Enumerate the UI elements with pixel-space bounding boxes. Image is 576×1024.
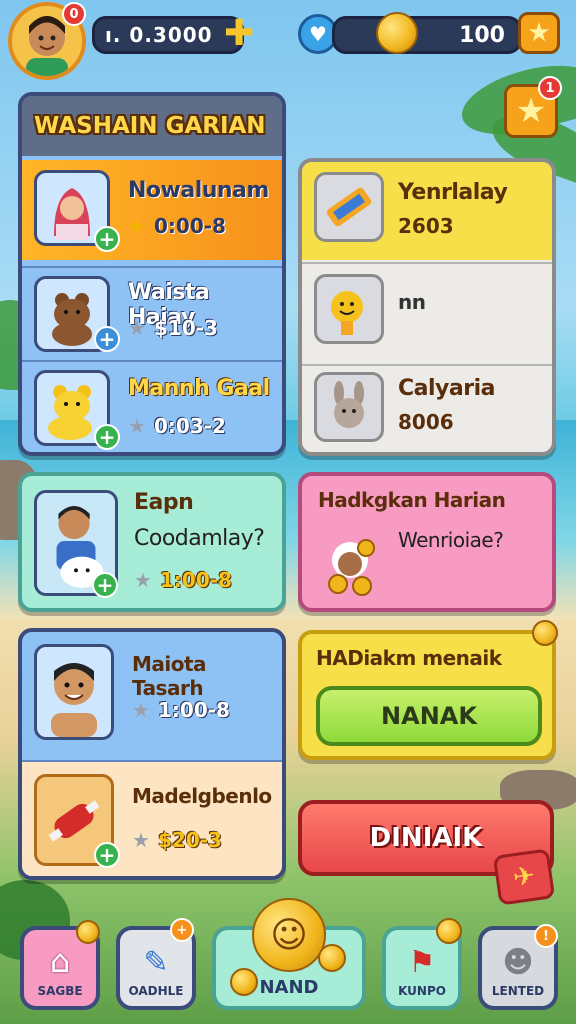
star-icon: ★ (128, 414, 146, 438)
avatar-notification-badge: 0 (62, 2, 86, 26)
plunger-icon: ⚑ (408, 945, 436, 980)
reward-subtitle: Wenrioiae? (398, 528, 504, 552)
add-icon[interactable]: + (94, 226, 120, 252)
coin-icon (76, 920, 100, 944)
item-value: 0:00-8 (154, 214, 226, 238)
event-value: 1:00-8 (160, 568, 232, 592)
coin-icon (318, 944, 346, 972)
bunny-icon (314, 372, 384, 442)
ticket-icon (314, 172, 384, 242)
pencil-icon: ✎ (143, 945, 169, 980)
star-icon: ★ (134, 568, 152, 592)
coin-icon (376, 12, 418, 54)
add-icon[interactable]: + (94, 424, 120, 450)
left-panel-header: WASHAIN GARIAN (22, 96, 282, 156)
list-item[interactable]: + Waista Haiay ★ $10-3 (22, 266, 282, 358)
tag-icon[interactable]: ✈ (492, 848, 556, 906)
star-icon: ★ (128, 316, 146, 340)
add-icon[interactable]: + (92, 572, 118, 598)
currency-counter: ı. 0.3000 (92, 16, 244, 54)
person-icon: ☻ (502, 945, 534, 980)
star-icon: ★ (132, 828, 150, 852)
character-list-panel: Maiota Tasarh ★ 1:00-8 + Madelgbenlo ★ $… (18, 628, 286, 880)
item-name: Maiota Tasarh (132, 652, 207, 700)
add-icon[interactable]: + (94, 842, 120, 868)
list-item[interactable]: Calyaria 8006 (302, 364, 552, 452)
left-panel-title: WASHAIN GARIAN (34, 113, 266, 139)
star-icon: ★ (128, 214, 146, 238)
coin-icon (532, 620, 558, 646)
item-name: nn (398, 290, 426, 314)
offer-title: HADiakm menaik (316, 646, 502, 670)
nav-notification-badge: ! (534, 924, 558, 948)
smiley-coin-icon: ☺ (252, 898, 326, 972)
event-subtitle: Coodamlay? (134, 526, 265, 551)
event-card[interactable]: + Eapn Coodamlay? ★ 1:00-8 (18, 472, 286, 612)
daily-reward-card[interactable]: Hadkgkan Harian Wenrioiae? (298, 472, 556, 612)
left-inventory-panel: WASHAIN GARIAN + Nowalunam ★ 0:00-8 + Wa… (18, 92, 286, 456)
list-item[interactable]: Maiota Tasarh ★ 1:00-8 (22, 632, 282, 758)
nav-label: KUNPO (398, 984, 446, 998)
home-icon: ⌂ (49, 942, 71, 980)
rewards-notification-badge: 1 (538, 76, 562, 100)
nav-label: OADHLE (128, 984, 184, 998)
list-item[interactable]: nn (302, 262, 552, 362)
coin-icon (436, 918, 462, 944)
grandma-coins-icon (320, 528, 390, 598)
item-name: Madelgbenlo (132, 784, 272, 808)
coin-icon (230, 968, 258, 996)
item-value: 1:00-8 (158, 698, 230, 722)
item-name: Calyaria (398, 376, 495, 401)
smiley-toy-icon (314, 274, 384, 344)
item-value: $20-3 (158, 828, 222, 852)
event-title: Eapn (134, 490, 194, 515)
item-name: Yenrlalay (398, 180, 508, 205)
nav-notification-badge: + (170, 918, 194, 942)
star-icon: ★ (132, 698, 150, 722)
coins-value: 100 (459, 22, 505, 48)
list-item[interactable]: Yenrlalay 2603 (302, 162, 552, 260)
star-shop-icon[interactable]: ★ (518, 12, 560, 54)
right-inventory-panel: Yenrlalay 2603 nn Calyaria 8006 (298, 158, 556, 456)
nav-label: SAGBE (37, 984, 83, 998)
item-name: Nowalunam (128, 178, 269, 203)
item-name: Mannh Gaal (128, 376, 270, 401)
special-offer-card: HADiakm menaik NANAK (298, 630, 556, 760)
item-value: $10-3 (154, 316, 218, 340)
item-value: 2603 (398, 214, 454, 238)
nanak-button[interactable]: NANAK (316, 686, 542, 746)
item-value: 8006 (398, 410, 454, 434)
coins-counter: 100 (332, 16, 522, 54)
boy-portrait-icon (34, 644, 114, 740)
list-item[interactable]: + Nowalunam ★ 0:00-8 (22, 160, 282, 260)
reward-title: Hadkgkan Harian (318, 488, 506, 512)
item-value: 0:03-2 (154, 414, 226, 438)
nav-label: NAND (259, 977, 319, 998)
list-item[interactable]: + Mannh Gaal ★ 0:03-2 (22, 360, 282, 452)
list-item[interactable]: + Madelgbenlo ★ $20-3 (22, 760, 282, 876)
currency-value: ı. 0.3000 (105, 23, 213, 47)
add-currency-icon[interactable]: ✚ (224, 16, 262, 54)
nav-label: LENTED (491, 984, 545, 998)
add-icon[interactable]: + (94, 326, 120, 352)
